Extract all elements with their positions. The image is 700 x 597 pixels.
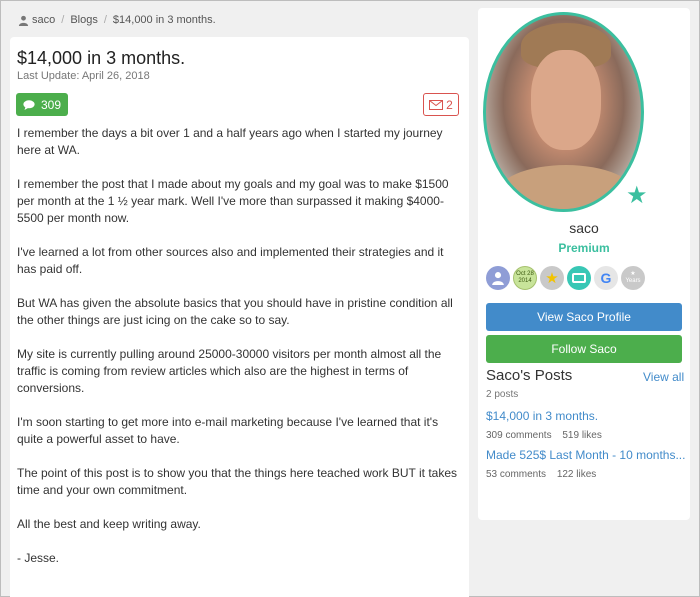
user-posts-heading: Saco's Posts	[486, 367, 573, 384]
post-paragraph: But WA has given the absolute basics tha…	[17, 296, 453, 327]
user-badge-icon[interactable]	[486, 266, 510, 290]
envelope-icon	[429, 99, 444, 110]
side-post-title-link[interactable]: Made 525$ Last Month - 10 months...	[486, 448, 685, 462]
user-icon	[18, 15, 29, 26]
post-paragraph: I remember the days a bit over 1 and a h…	[17, 126, 443, 157]
side-post-comments: 53 comments	[486, 469, 547, 480]
google-letter: G	[600, 270, 612, 286]
view-profile-button[interactable]: View Saco Profile	[486, 303, 682, 331]
posts-count: 2 posts	[486, 389, 519, 400]
side-post-meta: 309 comments 519 likes	[486, 430, 686, 441]
join-date-month: Oct 28	[516, 271, 534, 277]
post-paragraph: I'm soon starting to get more into e-mai…	[17, 415, 439, 446]
messages-count: 2	[446, 97, 453, 112]
list-item: $14,000 in 3 months. 309 comments 519 li…	[486, 407, 686, 441]
breadcrumb-separator: /	[103, 14, 107, 26]
post-card: $14,000 in 3 months. Last Update: April …	[10, 37, 469, 597]
post-title: $14,000 in 3 months.	[17, 48, 186, 68]
breadcrumb: saco / Blogs / $14,000 in 3 months.	[18, 14, 216, 26]
comments-count: 309	[40, 97, 62, 112]
website-badge-icon[interactable]	[567, 266, 591, 290]
side-post-comments: 309 comments	[486, 430, 552, 441]
breadcrumb-blogs-link[interactable]: Blogs	[70, 14, 98, 26]
message-button[interactable]: 2	[423, 93, 459, 116]
post-paragraph: The point of this post is to show you th…	[17, 466, 458, 497]
view-all-link[interactable]: View all	[643, 370, 684, 384]
comment-icon	[23, 99, 35, 110]
breadcrumb-separator: /	[61, 14, 65, 26]
follow-button[interactable]: Follow Saco	[486, 335, 682, 363]
years-badge-label: Years	[625, 278, 641, 284]
breadcrumb-current: $14,000 in 3 months.	[112, 14, 216, 26]
side-post-likes: 122 likes	[556, 469, 597, 480]
side-post-likes: 519 likes	[562, 430, 602, 441]
browser-window-icon	[572, 273, 586, 283]
post-paragraph: My site is currently pulling around 2500…	[17, 347, 442, 395]
side-post-meta: 53 comments 122 likes	[486, 469, 686, 480]
post-body: I remember the days a bit over 1 and a h…	[17, 125, 459, 584]
google-badge-icon[interactable]: G	[594, 266, 618, 290]
achievement-badges: Oct 28 2014 ★ G ★ Years	[486, 266, 645, 290]
post-paragraph: I've learned a lot from other sources al…	[17, 245, 444, 276]
years-star-icon: ★	[630, 271, 636, 277]
avatar-shirt	[496, 165, 636, 209]
years-badge-icon[interactable]: ★ Years	[621, 266, 645, 290]
post-paragraph: I remember the post that I made about my…	[17, 177, 449, 225]
avatar[interactable]	[483, 12, 644, 212]
profile-username: saco	[569, 220, 599, 236]
list-item: Made 525$ Last Month - 10 months... 53 c…	[486, 446, 686, 480]
comments-button[interactable]: 309	[16, 93, 68, 116]
premium-star-icon: ★	[626, 182, 648, 209]
breadcrumb-user-label: saco	[32, 14, 56, 26]
avatar-face	[531, 50, 601, 150]
membership-badge: Premium	[558, 241, 610, 255]
post-paragraph: All the best and keep writing away.	[17, 517, 201, 531]
post-last-update: Last Update: April 26, 2018	[17, 70, 150, 82]
join-date-badge[interactable]: Oct 28 2014	[513, 266, 537, 290]
star-badge-icon[interactable]: ★	[540, 266, 564, 290]
post-paragraph: - Jesse.	[17, 551, 60, 565]
side-post-title-link[interactable]: $14,000 in 3 months.	[486, 409, 598, 423]
breadcrumb-user-link[interactable]: saco	[18, 14, 55, 26]
user-icon	[492, 272, 504, 285]
join-date-year: 2014	[518, 278, 532, 284]
